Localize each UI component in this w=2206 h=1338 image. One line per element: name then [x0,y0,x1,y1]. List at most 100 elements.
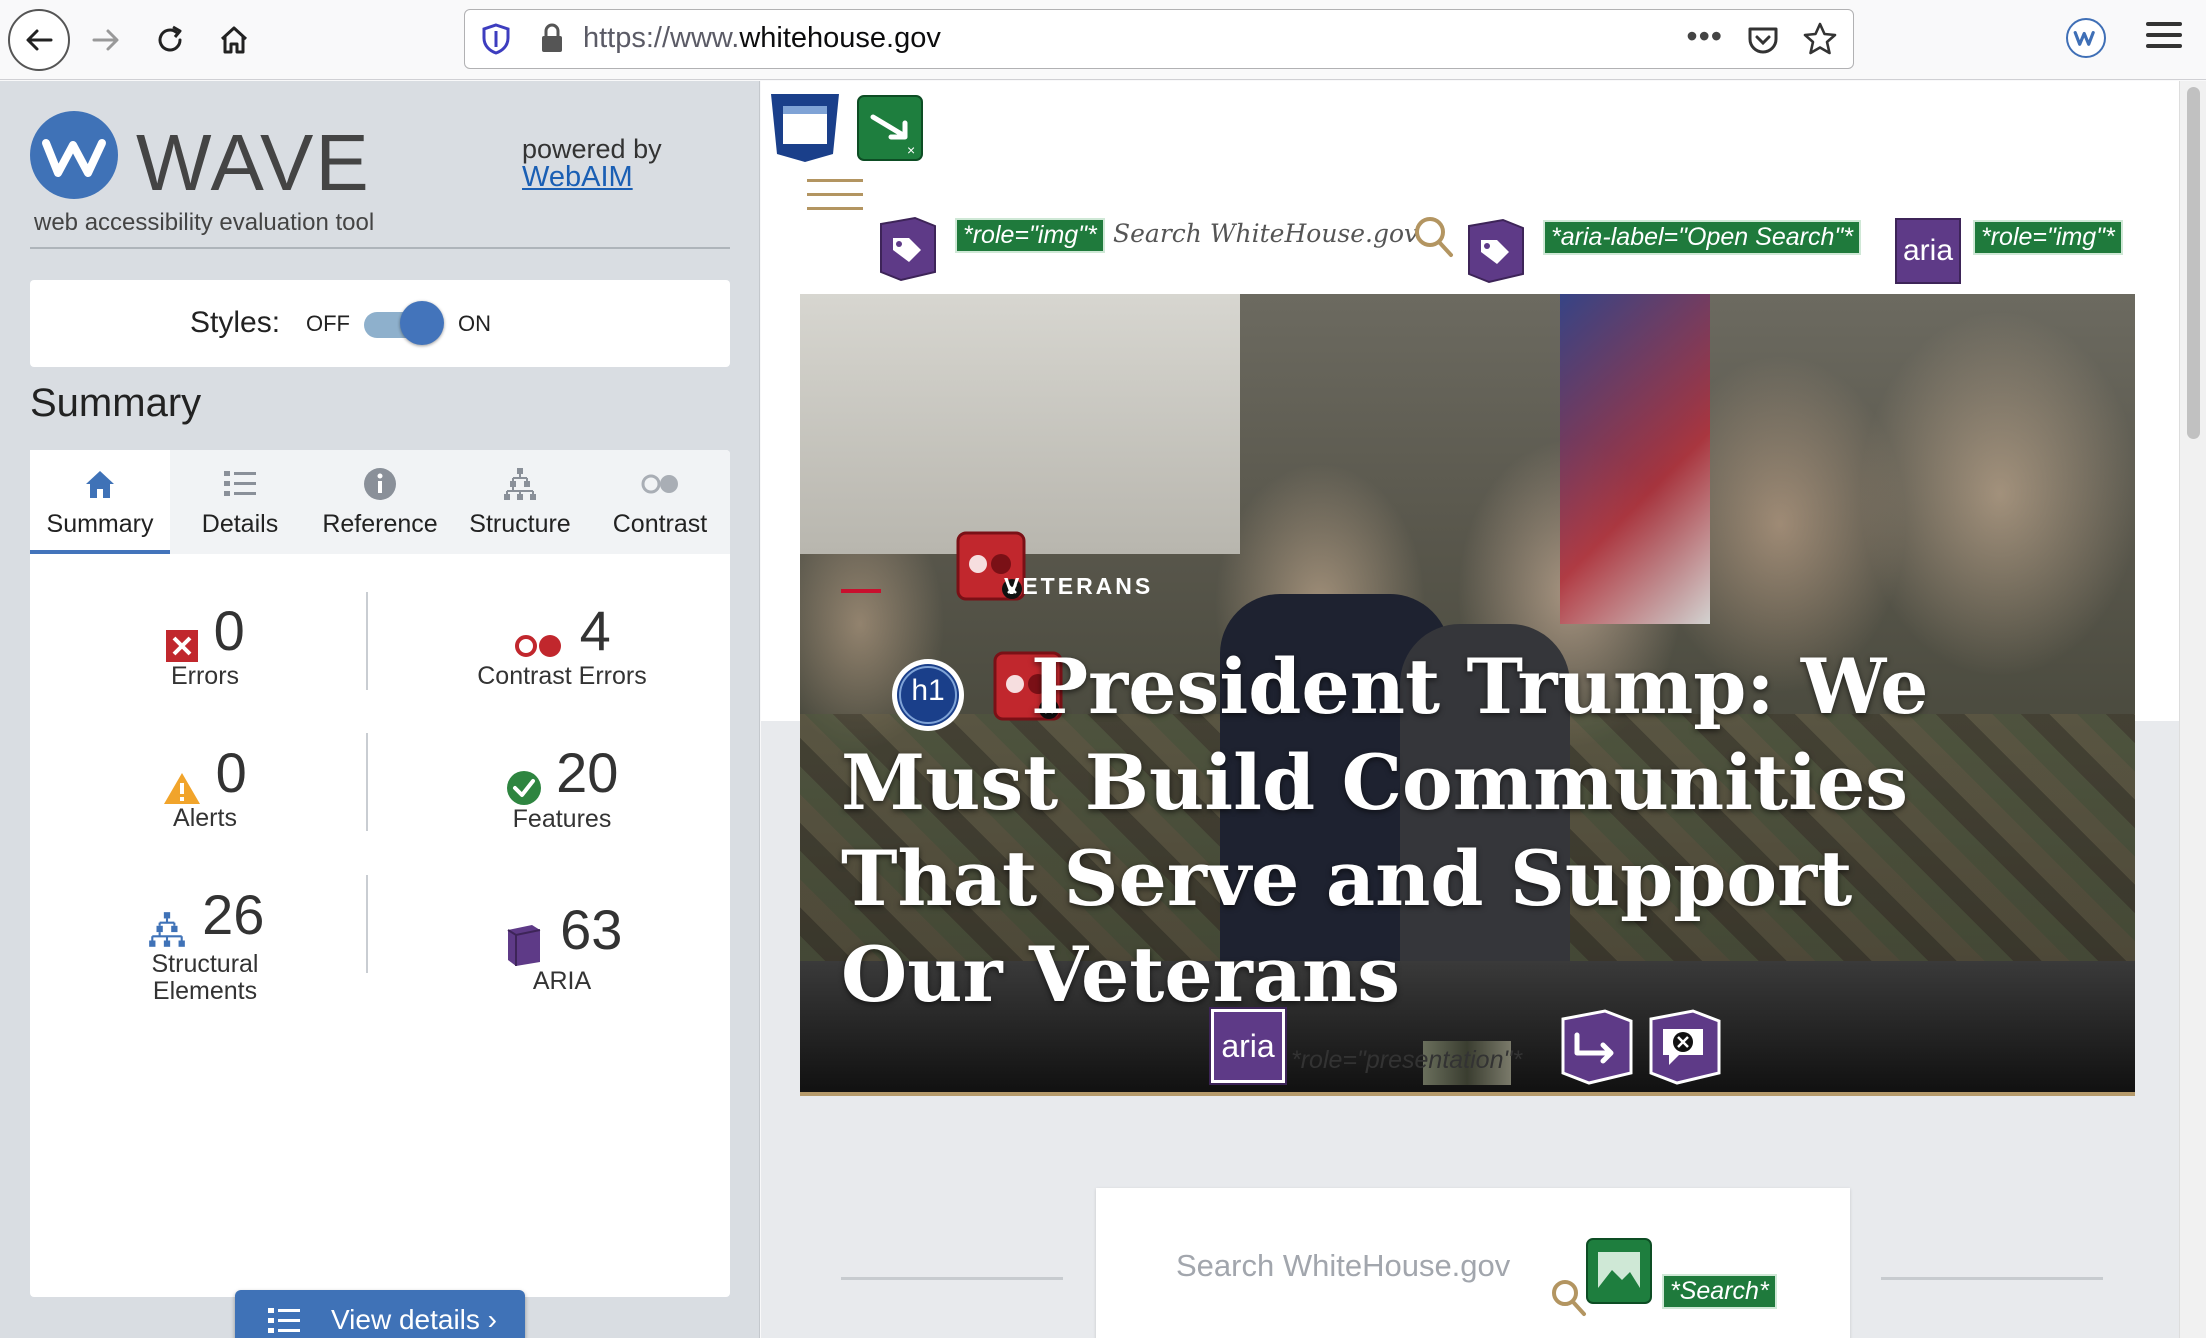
tab-label: Structure [469,510,571,538]
wave-logo-icon [30,111,118,199]
page-actions-menu[interactable]: ••• [1686,18,1723,55]
stat-aria[interactable]: 63 ARIA [402,897,722,995]
role-presentation-label: *role="presentation"* [1291,1046,1523,1074]
webaim-link[interactable]: WebAIM [522,161,633,193]
home-button[interactable] [202,8,266,72]
wave-tabs: Summary Details Reference Structure Cont… [30,450,730,554]
forward-button[interactable] [74,8,138,72]
wave-subtitle: web accessibility evaluation tool [34,209,375,236]
url-text[interactable]: https://www.whitehouse.gov [583,22,941,55]
tab-summary[interactable]: Summary [30,450,170,554]
category-label[interactable]: VETERANS [1004,573,1153,600]
stat-structural-elements[interactable]: 26 Structural Elements [45,882,365,1005]
search-icon[interactable] [1550,1278,1588,1318]
structural-label: Elements [152,976,258,1005]
page-scrollbar[interactable] [2179,81,2206,1338]
structure-icon [148,911,185,947]
contrast-errors-label: Contrast Errors [477,662,647,690]
tab-details[interactable]: Details [170,450,310,554]
view-details-button[interactable]: View details › [235,1290,525,1338]
aria-hidden-icon[interactable] [1647,1009,1723,1085]
error-icon [166,629,199,662]
stat-contrast-errors[interactable]: 4 Contrast Errors [402,598,722,690]
aria-count: 63 [560,898,623,961]
role-img-label: *role="img"* [1973,220,2123,255]
category-line [841,589,881,593]
home-icon [86,471,114,498]
contrast-icon [641,474,678,494]
search-card: Search WhiteHouse.gov *Search* [1096,1188,1850,1338]
aria-label: ARIA [532,966,592,995]
search-icon[interactable] [1413,215,1455,259]
view-details-label: View details › [331,1304,498,1335]
structural-label: Structural [151,949,259,978]
hero-headline[interactable]: President Trump: We Must Build Communiti… [841,639,2001,1023]
divider [366,733,368,831]
flag-image [1560,294,1710,624]
tracking-shield-icon[interactable] [479,22,513,56]
redundant-link-icon[interactable]: × [857,95,923,161]
search-whitehouse-text: Search WhiteHouse.gov [1113,219,1419,248]
role-img-label: *role="img"* [955,218,1105,253]
search-label: *Search* [1662,1274,1777,1309]
stat-errors[interactable]: 0 Errors [45,598,365,690]
stat-alerts[interactable]: 0 Alerts [45,740,365,832]
reload-button[interactable] [138,8,202,72]
stat-features[interactable]: 20 Features [402,740,722,833]
tab-reference[interactable]: Reference [310,450,450,554]
tab-structure[interactable]: Structure [450,450,590,554]
scrollbar-thumb[interactable] [2187,87,2200,439]
divider [366,875,368,973]
home-icon [220,26,248,54]
aria-tag-icon[interactable] [875,216,941,282]
back-button[interactable] [8,9,70,71]
hero-headline-text: President Trump: We Must Build Communiti… [841,642,1929,1019]
contrast-errors-count: 4 [579,599,611,662]
hierarchy-icon [504,468,536,500]
info-icon [364,468,396,500]
reload-icon [158,25,182,52]
app-menu-button[interactable] [2146,22,2182,54]
divider [366,592,368,690]
divider [30,247,730,249]
image-alt-icon[interactable] [1586,1238,1652,1304]
arrow-right-icon [92,29,119,51]
lock-icon[interactable] [537,22,567,56]
arrow-left-icon [26,29,53,51]
powered-by: powered by WebAIM [522,134,662,193]
hamburger-menu-icon[interactable] [807,179,863,213]
styles-on-label: ON [458,311,491,336]
summary-panel: Summary Details Reference Structure Cont… [30,450,730,1338]
list-icon [268,1308,300,1333]
address-bar[interactable]: https://www.whitehouse.gov ••• [464,9,1854,69]
aria-badge-icon[interactable]: aria [1895,218,1961,284]
styles-off-label: OFF [306,311,350,336]
html-structure-icon[interactable] [769,90,841,162]
skip-link-icon[interactable] [1559,1009,1635,1085]
bookmark-star-icon[interactable] [1801,20,1839,58]
styles-toggle-knob[interactable] [400,301,444,345]
pocket-icon[interactable] [1745,22,1781,58]
tab-label: Contrast [612,510,708,538]
svg-text:×: × [907,142,915,158]
contrast-error-icon [515,634,562,657]
errors-label: Errors [170,662,240,690]
powered-by-text: powered by [522,134,662,164]
wave-extension-icon[interactable] [2066,18,2106,58]
tab-label: Reference [322,510,438,538]
url-prefix: https://www. [583,22,740,54]
aria-icon [507,924,540,966]
alert-icon [164,772,201,804]
aria-tag-icon[interactable] [1463,218,1529,284]
errors-count: 0 [213,599,245,662]
tab-label: Summary [46,510,154,538]
divider [841,1277,1063,1280]
search-input[interactable]: Search WhiteHouse.gov [1176,1248,1510,1284]
styles-label: Styles: [190,306,281,339]
alerts-label: Alerts [173,804,237,832]
tab-contrast[interactable]: Contrast [590,450,730,554]
aria-label-open-search: *aria-label="Open Search"* [1543,220,1861,255]
aria-badge-icon[interactable]: aria [1209,1007,1287,1085]
wave-logo-text: WAVE [136,118,371,207]
hero-background [800,294,1240,554]
